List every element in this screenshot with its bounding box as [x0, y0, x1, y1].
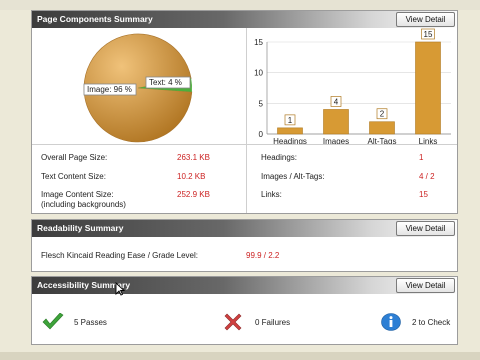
stat-headings-label: Headings:	[261, 153, 298, 162]
stat-image-content-size-sublabel: (including backgrounds)	[41, 200, 126, 209]
bar-x-tick-label: Images	[323, 137, 349, 144]
bar-x-tick-label: Links	[419, 137, 438, 144]
pie-chart: Image: 96 % Text: 4 %	[83, 33, 193, 143]
stat-links-label: Links:	[261, 190, 282, 199]
pie-label-image: Image: 96 %	[87, 85, 132, 94]
accessibility-view-detail-button[interactable]: View Detail	[396, 278, 455, 293]
readability-header: Readability Summary View Detail	[32, 220, 457, 237]
bar-headings	[277, 127, 303, 135]
to-check-label: 2 to Check	[412, 318, 451, 327]
x-icon	[224, 313, 242, 331]
bar-chart: 0 5 10 15 1 Headings 4 Images 2 Alt-Tags 15 Links	[254, 28, 451, 146]
stat-text-content-size-value: 10.2 KB	[177, 172, 206, 181]
readability-value: 99.9 / 2.2	[246, 251, 280, 260]
bar-y-tick-label: 5	[259, 99, 264, 108]
accessibility-panel: Accessibility Summary View Detail 5 Pass…	[31, 276, 458, 345]
check-icon	[42, 313, 64, 330]
bar-y-tick-label: 10	[254, 69, 263, 78]
stat-links-value: 15	[419, 190, 428, 199]
bar-data-label: 4	[334, 97, 339, 106]
readability-panel: Readability Summary View Detail Flesch K…	[31, 219, 458, 272]
bar-alt-tags	[369, 121, 395, 135]
passes-label: 5 Passes	[74, 318, 107, 327]
pie-label-text: Text: 4 %	[149, 78, 182, 87]
page-components-view-detail-button[interactable]: View Detail	[396, 12, 455, 27]
stats-column-divider	[246, 144, 247, 213]
failures-label: 0 Failures	[255, 318, 291, 327]
readability-title: Readability Summary	[37, 223, 124, 233]
mouse-cursor	[115, 282, 125, 296]
bar-links	[415, 41, 441, 135]
stat-headings-value: 1	[419, 153, 424, 162]
stat-images-alt-tags-label: Images / Alt-Tags:	[261, 172, 325, 181]
window-top-strip	[0, 0, 480, 10]
page-components-panel: Page Components Summary View Detail Imag…	[31, 10, 458, 214]
bar-y-tick-label: 15	[254, 38, 263, 47]
pie-chart-area: Image: 96 % Text: 4 %	[32, 28, 245, 144]
bar-data-label: 2	[380, 110, 385, 119]
bar-data-label: 15	[424, 30, 433, 39]
bar-y-tick-label: 0	[259, 130, 264, 139]
page-components-header: Page Components Summary View Detail	[32, 11, 457, 28]
stats-divider	[32, 144, 457, 145]
stat-text-content-size-label: Text Content Size:	[41, 172, 106, 181]
page-components-title: Page Components Summary	[37, 14, 153, 24]
readability-label: Flesch Kincaid Reading Ease / Grade Leve…	[41, 251, 198, 260]
bar-chart-area: 0 5 10 15 1 Headings 4 Images 2 Alt-Tags 15 Links	[246, 28, 458, 146]
stat-image-content-size-label: Image Content Size:	[41, 190, 114, 199]
pie-label-image-box: Image: 96 %	[83, 83, 137, 96]
bar-x-tick-label: Alt-Tags	[368, 137, 397, 144]
info-icon	[381, 313, 401, 331]
stat-overall-page-size-label: Overall Page Size:	[41, 153, 108, 162]
bar-x-tick-label: Headings	[273, 137, 307, 144]
bar-data-label: 1	[288, 116, 293, 125]
stat-images-alt-tags-value: 4 / 2	[419, 172, 435, 181]
bar-images	[323, 109, 349, 135]
stat-image-content-size-value: 252.9 KB	[177, 190, 210, 199]
readability-view-detail-button[interactable]: View Detail	[396, 221, 455, 236]
bottom-strip	[0, 352, 480, 360]
pie-label-text-box: Text: 4 %	[145, 76, 191, 89]
stat-overall-page-size-value: 263.1 KB	[177, 153, 210, 162]
accessibility-header: Accessibility Summary View Detail	[32, 277, 457, 294]
